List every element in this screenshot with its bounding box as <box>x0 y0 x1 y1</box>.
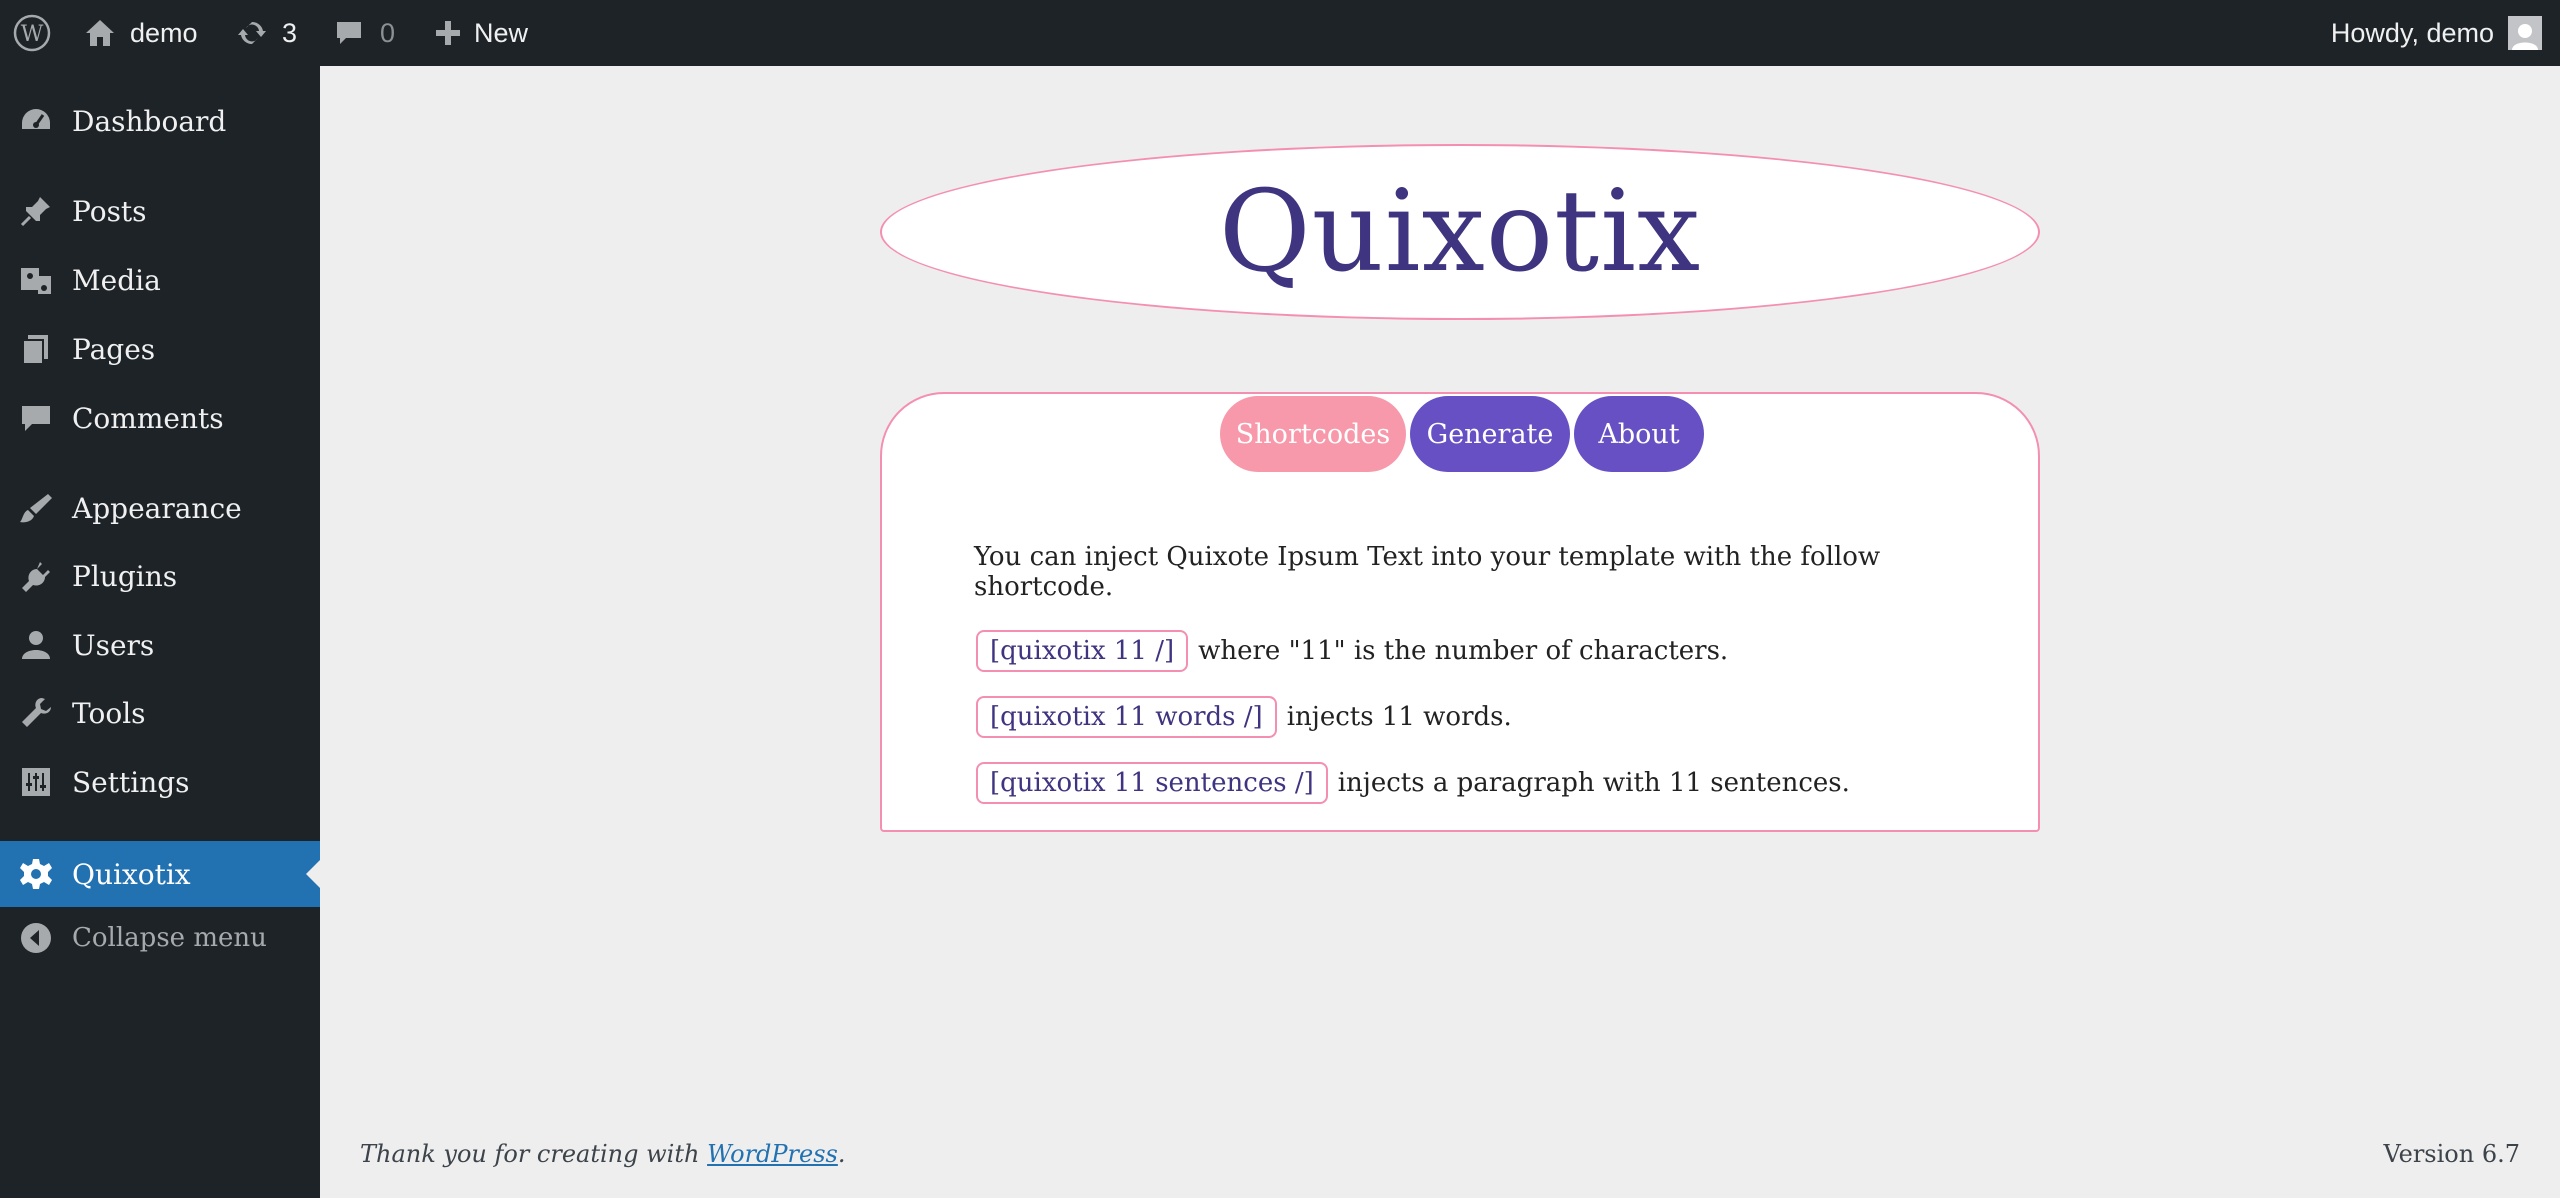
wordpress-link[interactable]: WordPress <box>707 1140 838 1168</box>
dashboard-icon <box>22 109 50 129</box>
comments-count: 0 <box>380 17 396 48</box>
collapse-icon <box>21 923 51 953</box>
admin-sidebar: Dashboard Posts Media Pages Comments App… <box>0 66 320 1198</box>
shortcode-example: [quixotix 11 words /] <box>976 696 1277 738</box>
sidebar-item-posts[interactable]: Posts <box>0 178 320 244</box>
shortcode-description: injects 11 words. <box>1286 702 1512 732</box>
sidebar-item-label: Pages <box>72 332 156 366</box>
gear-icon <box>20 859 52 889</box>
updates-icon <box>238 21 266 45</box>
shortcode-description: where "11" is the number of characters. <box>1198 636 1729 666</box>
updates-link[interactable]: 3 <box>236 0 297 66</box>
user-icon <box>22 631 50 659</box>
sidebar-item-settings[interactable]: Settings <box>0 749 320 815</box>
sidebar-item-label: Comments <box>72 401 224 435</box>
wordpress-logo-icon[interactable]: W <box>12 0 52 66</box>
new-label: New <box>474 17 529 48</box>
tab-about[interactable]: About <box>1574 396 1704 472</box>
sidebar-item-users[interactable]: Users <box>0 612 320 678</box>
plugin-logo: Quixotix <box>880 144 2040 320</box>
home-icon <box>86 20 114 46</box>
tab-generate[interactable]: Generate <box>1410 396 1570 472</box>
plug-icon <box>22 562 50 592</box>
admin-bar: W demo 3 0 New Howdy, demo <box>0 0 2560 66</box>
updates-count: 3 <box>282 17 298 48</box>
avatar <box>2508 16 2542 50</box>
sidebar-item-label: Collapse menu <box>72 923 267 953</box>
sidebar-item-media[interactable]: Media <box>0 247 320 313</box>
comment-bubble-icon <box>337 22 361 44</box>
footer-thanks-suffix: . <box>837 1140 846 1168</box>
shortcode-description: injects a paragraph with 11 sentences. <box>1337 768 1850 798</box>
media-icon <box>21 268 51 294</box>
shortcode-example: [quixotix 11 sentences /] <box>976 762 1328 804</box>
intro-text: You can inject Quixote Ipsum Text into y… <box>974 542 1881 602</box>
shortcode-row: [quixotix 11 /] where "11" is the number… <box>974 630 1998 672</box>
site-name: demo <box>130 17 198 48</box>
plugin-title: Quixotix <box>1218 167 1702 297</box>
sidebar-item-label: Posts <box>72 194 147 228</box>
sidebar-item-label: Dashboard <box>72 104 227 138</box>
sidebar-item-pages[interactable]: Pages <box>0 316 320 382</box>
site-name-link[interactable]: demo <box>84 0 198 66</box>
shortcode-example: [quixotix 11 /] <box>976 630 1189 672</box>
shortcode-row: [quixotix 11 words /] injects 11 words. <box>974 696 1998 738</box>
footer-thanks-text: Thank you for creating with <box>360 1140 708 1168</box>
settings-icon <box>22 768 50 796</box>
sidebar-item-label: Users <box>72 628 155 662</box>
comment-icon <box>22 406 50 431</box>
wrench-icon <box>22 698 51 727</box>
collapse-menu-button[interactable]: Collapse menu <box>0 905 320 971</box>
plus-icon <box>436 21 460 45</box>
tab-shortcodes[interactable]: Shortcodes <box>1220 396 1406 472</box>
sidebar-item-tools[interactable]: Tools <box>0 680 320 746</box>
sidebar-item-plugins[interactable]: Plugins <box>0 543 320 609</box>
sidebar-item-label: Media <box>72 263 161 297</box>
footer-version: Version 6.7 <box>2383 1140 2521 1168</box>
comments-link[interactable]: 0 <box>334 0 395 66</box>
howdy-text: Howdy, demo <box>2330 17 2494 48</box>
sidebar-item-label: Tools <box>72 696 146 730</box>
shortcodes-panel: You can inject Quixote Ipsum Text into y… <box>974 542 1998 828</box>
new-content-link[interactable]: New <box>434 0 528 66</box>
footer-thanks: Thank you for creating with WordPress. <box>360 1140 846 1168</box>
sidebar-item-quixotix[interactable]: Quixotix <box>0 841 320 907</box>
sidebar-item-comments[interactable]: Comments <box>0 385 320 451</box>
pin-icon <box>20 197 50 227</box>
sidebar-item-label: Appearance <box>72 491 242 525</box>
my-account-link[interactable]: Howdy, demo <box>2331 0 2542 66</box>
shortcode-row: [quixotix 11 sentences /] injects a para… <box>974 762 1998 804</box>
sidebar-item-label: Quixotix <box>72 857 191 891</box>
brush-icon <box>20 494 52 523</box>
pages-icon <box>22 335 48 365</box>
plugin-card: Shortcodes Generate About You can inject… <box>880 392 2040 832</box>
sidebar-item-appearance[interactable]: Appearance <box>0 475 320 541</box>
svg-text:W: W <box>21 22 44 47</box>
plugin-tabs: Shortcodes Generate About <box>1220 396 1704 472</box>
sidebar-item-label: Plugins <box>72 559 178 593</box>
sidebar-item-dashboard[interactable]: Dashboard <box>0 88 320 154</box>
sidebar-item-label: Settings <box>72 765 190 799</box>
